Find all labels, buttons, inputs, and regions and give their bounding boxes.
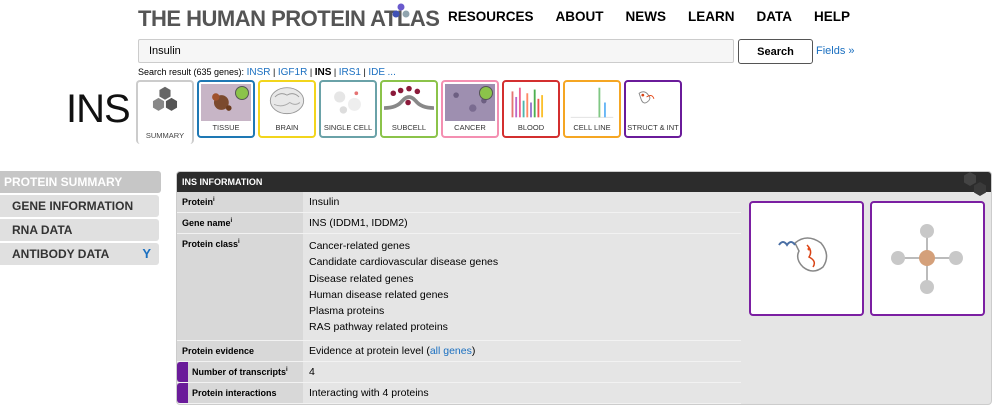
protein-class-item[interactable]: RAS pathway related proteins (309, 319, 735, 335)
result-separator: | (273, 67, 276, 77)
result-more[interactable]: ... (388, 67, 396, 78)
expression-dot-icon (235, 86, 249, 100)
evidence-value: Evidence at protein level (all genes) (303, 340, 741, 362)
all-genes-link[interactable]: all genes (430, 345, 472, 357)
protein-class-item[interactable]: Candidate cardiovascular disease genes (309, 254, 735, 270)
tab-label: SUBCELL (391, 123, 427, 132)
search-input[interactable] (138, 39, 734, 63)
sidebar-item-rna-data[interactable]: RNA DATA (0, 219, 159, 241)
tab-label: CELL LINE (573, 123, 611, 132)
blood-bar-icon (511, 87, 544, 118)
result-ins-current: INS (314, 67, 332, 78)
tab-single-cell[interactable]: SINGLE CELL (319, 80, 377, 138)
nav-data[interactable]: DATA (757, 9, 793, 24)
single-cell-umap-icon (334, 91, 361, 114)
nav-resources[interactable]: RESOURCES (448, 9, 534, 24)
table-row: Number of transcriptsi 4 (177, 361, 741, 383)
result-ide[interactable]: IDE (368, 67, 385, 78)
info-table: Proteini Insulin Gene namei INS (IDDM1, … (177, 192, 741, 404)
evidence-label: Protein evidence (177, 340, 303, 362)
subcell-vesicle-icon (384, 85, 434, 110)
network-icon (891, 224, 963, 294)
main-nav: RESOURCES ABOUT NEWS LEARN DATA HELP (448, 9, 850, 24)
tab-label: SUMMARY (145, 131, 185, 140)
transcripts-label-cell: Number of transcriptsi (177, 361, 303, 383)
result-insr[interactable]: INSR (247, 67, 271, 78)
expand-tab[interactable] (177, 361, 188, 382)
tab-blood[interactable]: BLOOD (502, 80, 560, 138)
gene-symbol: INS (66, 87, 131, 131)
search-result-prefix: Search result (635 genes): (138, 67, 245, 77)
nav-learn[interactable]: LEARN (688, 9, 735, 24)
protein-value: Insulin (303, 192, 741, 213)
fields-link[interactable]: Fields » (816, 45, 855, 57)
thumbnails (749, 201, 985, 316)
protein-class-label-cell: Protein classi (177, 233, 303, 341)
section-tabs: SUMMARY TISSUE BRAIN SINGLE CELL SUBCELL… (136, 80, 685, 144)
interactions-value: Interacting with 4 proteins (303, 382, 741, 404)
protein-class-item[interactable]: Human disease related genes (309, 287, 735, 303)
tab-struct-int[interactable]: STRUCT & INT (624, 80, 682, 138)
tab-label: SINGLE CELL (323, 123, 373, 132)
antibody-icon: Y (142, 246, 151, 261)
gene-name-label-cell: Gene namei (177, 212, 303, 234)
tab-label: TISSUE (212, 123, 240, 132)
table-row: Gene namei INS (IDDM1, IDDM2) (177, 212, 741, 234)
sidebar-item-protein-summary[interactable]: PROTEIN SUMMARY (0, 171, 161, 193)
result-separator: | (363, 67, 366, 77)
info-icon[interactable]: i (286, 367, 288, 373)
tab-tissue[interactable]: TISSUE (197, 80, 255, 138)
brain-icon (269, 87, 305, 115)
protein-structure-thumbnail[interactable] (749, 201, 864, 316)
logo-hex-icon (392, 3, 410, 18)
cell-line-bar-icon (570, 87, 614, 118)
protein-structure-icon (638, 91, 655, 104)
tab-label: BRAIN (275, 123, 299, 132)
interactions-label-cell: Protein interactions (177, 382, 303, 404)
tab-label: STRUCT & INT (627, 123, 679, 132)
protein-class-item[interactable]: Cancer-related genes (309, 238, 735, 254)
protein-class-list: Cancer-related genes Candidate cardiovas… (303, 233, 741, 341)
info-icon[interactable]: i (213, 197, 215, 203)
tab-cell-line[interactable]: CELL LINE (563, 80, 621, 138)
info-panel-title: INS INFORMATION (182, 177, 263, 187)
tab-brain[interactable]: BRAIN (258, 80, 316, 138)
tab-subcell[interactable]: SUBCELL (380, 80, 438, 138)
nav-help[interactable]: HELP (814, 9, 850, 24)
sidebar-item-gene-information[interactable]: GENE INFORMATION (0, 195, 159, 217)
sidebar-item-antibody-data[interactable]: ANTIBODY DATA Y (0, 243, 159, 265)
protein-class-item[interactable]: Disease related genes (309, 271, 735, 287)
tab-cancer[interactable]: CANCER (441, 80, 499, 138)
structure-thumbnail-icon (778, 237, 828, 272)
tab-label: BLOOD (517, 123, 545, 132)
result-separator: | (309, 67, 313, 77)
gene-name-value: INS (IDDM1, IDDM2) (303, 212, 741, 234)
result-separator: | (333, 67, 337, 77)
nav-news[interactable]: NEWS (626, 9, 667, 24)
header-hex-icon (964, 172, 986, 196)
info-icon[interactable]: i (238, 239, 240, 245)
tab-label: CANCER (454, 123, 486, 132)
sidebar-item-label: ANTIBODY DATA (12, 247, 110, 261)
expand-tab[interactable] (177, 382, 188, 403)
interaction-network-thumbnail[interactable] (870, 201, 985, 316)
table-row: Protein interactions Interacting with 4 … (177, 382, 741, 404)
summary-hex-icon (152, 86, 178, 111)
table-row: Protein classi Cancer-related genes Cand… (177, 233, 741, 341)
tab-summary[interactable]: SUMMARY (136, 80, 194, 144)
transcripts-value: 4 (303, 361, 741, 383)
search-button[interactable]: Search (738, 39, 813, 64)
info-icon[interactable]: i (231, 218, 233, 224)
search-result-bar: Search result (635 genes): INSR | IGF1R … (138, 67, 396, 78)
protein-label-cell: Proteini (177, 192, 303, 213)
sidebar: PROTEIN SUMMARY GENE INFORMATION RNA DAT… (0, 171, 161, 267)
result-igf1r[interactable]: IGF1R (278, 67, 307, 78)
expression-dot-icon (479, 86, 493, 100)
info-panel-header: INS INFORMATION (177, 172, 991, 196)
table-row: Proteini Insulin (177, 192, 741, 213)
protein-class-item[interactable]: Plasma proteins (309, 303, 735, 319)
table-row: Protein evidence Evidence at protein lev… (177, 340, 741, 362)
nav-about[interactable]: ABOUT (556, 9, 604, 24)
result-irs1[interactable]: IRS1 (339, 67, 361, 78)
